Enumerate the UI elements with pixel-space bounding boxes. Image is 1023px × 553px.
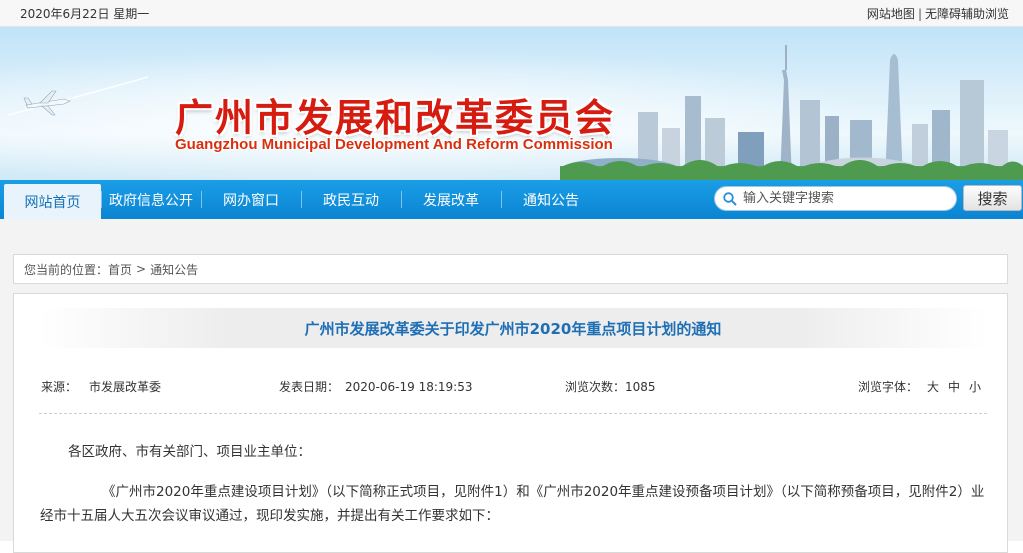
- views-value: 1085: [625, 380, 656, 394]
- nav-interaction[interactable]: 政民互动: [301, 180, 401, 219]
- nav-notices[interactable]: 通知公告: [501, 180, 601, 219]
- current-date: 2020年6月22日 星期一: [20, 6, 150, 21]
- breadcrumb-current[interactable]: 通知公告: [150, 261, 198, 278]
- date-info: 发表日期： 2020-06-19 18:19:53: [279, 378, 472, 395]
- source-value: 市发展改革委: [89, 380, 162, 394]
- nav-online-service[interactable]: 网办窗口: [201, 180, 301, 219]
- search-button[interactable]: 搜索: [963, 185, 1022, 211]
- top-links: 网站地图 | 无障碍辅助浏览: [867, 5, 1009, 22]
- top-bar: 2020年6月22日 星期一 网站地图 | 无障碍辅助浏览: [0, 0, 1023, 27]
- nav-home[interactable]: 网站首页: [4, 184, 101, 219]
- breadcrumb-prefix: 您当前的位置：: [24, 262, 109, 277]
- site-banner: 广州市发展和改革委员会 Guangzhou Municipal Developm…: [0, 27, 1023, 180]
- font-size-label: 浏览字体：: [858, 380, 919, 394]
- search-icon: [723, 191, 737, 206]
- date-label: 发表日期：: [279, 380, 340, 394]
- divider: [39, 413, 987, 414]
- article-panel: 广州市发展改革委关于印发广州市2020年重点项目计划的通知 来源： 市发展改革委 …: [13, 293, 1008, 553]
- font-size-small[interactable]: 小: [969, 380, 981, 394]
- article-salutation: 各区政府、市有关部门、项目业主单位：: [68, 444, 311, 460]
- date-value: 2020-06-19 18:19:53: [345, 380, 473, 394]
- city-skyline-illustration: [560, 45, 1023, 180]
- breadcrumb-home[interactable]: 首页: [108, 261, 132, 278]
- font-size-medium[interactable]: 中: [948, 380, 960, 394]
- nav-development-reform[interactable]: 发展改革: [401, 180, 501, 219]
- search-input[interactable]: [743, 191, 943, 206]
- font-size-large[interactable]: 大: [927, 380, 939, 394]
- site-subtitle: Guangzhou Municipal Development And Refo…: [175, 136, 613, 153]
- source-label: 来源：: [41, 380, 78, 394]
- source-info: 来源： 市发展改革委: [41, 378, 161, 395]
- views-label: 浏览次数：: [565, 380, 626, 394]
- site-title: 广州市发展和改革委员会: [175, 96, 616, 140]
- top-link-separator: |: [917, 6, 922, 21]
- font-size-switcher: 浏览字体： 大中小: [858, 378, 981, 395]
- breadcrumb: 您当前的位置： 首页 > 通知公告: [13, 254, 1008, 284]
- airplane-icon: [8, 76, 148, 116]
- breadcrumb-separator: >: [136, 262, 147, 276]
- article-paragraph: 《广州市2020年重点建设项目计划》（以下简称正式项目，见附件1）和《广州市20…: [40, 484, 985, 524]
- nav-gov-info[interactable]: 政府信息公开: [101, 180, 201, 219]
- accessibility-link[interactable]: 无障碍辅助浏览: [925, 7, 1009, 21]
- main-nav: 网站首页 政府信息公开 网办窗口 政民互动 发展改革 通知公告 搜索: [0, 180, 1023, 219]
- views-info: 浏览次数：1085: [565, 378, 656, 395]
- search-box: [714, 186, 957, 211]
- sitemap-link[interactable]: 网站地图: [867, 7, 915, 21]
- article-title: 广州市发展改革委关于印发广州市2020年重点项目计划的通知: [39, 308, 987, 348]
